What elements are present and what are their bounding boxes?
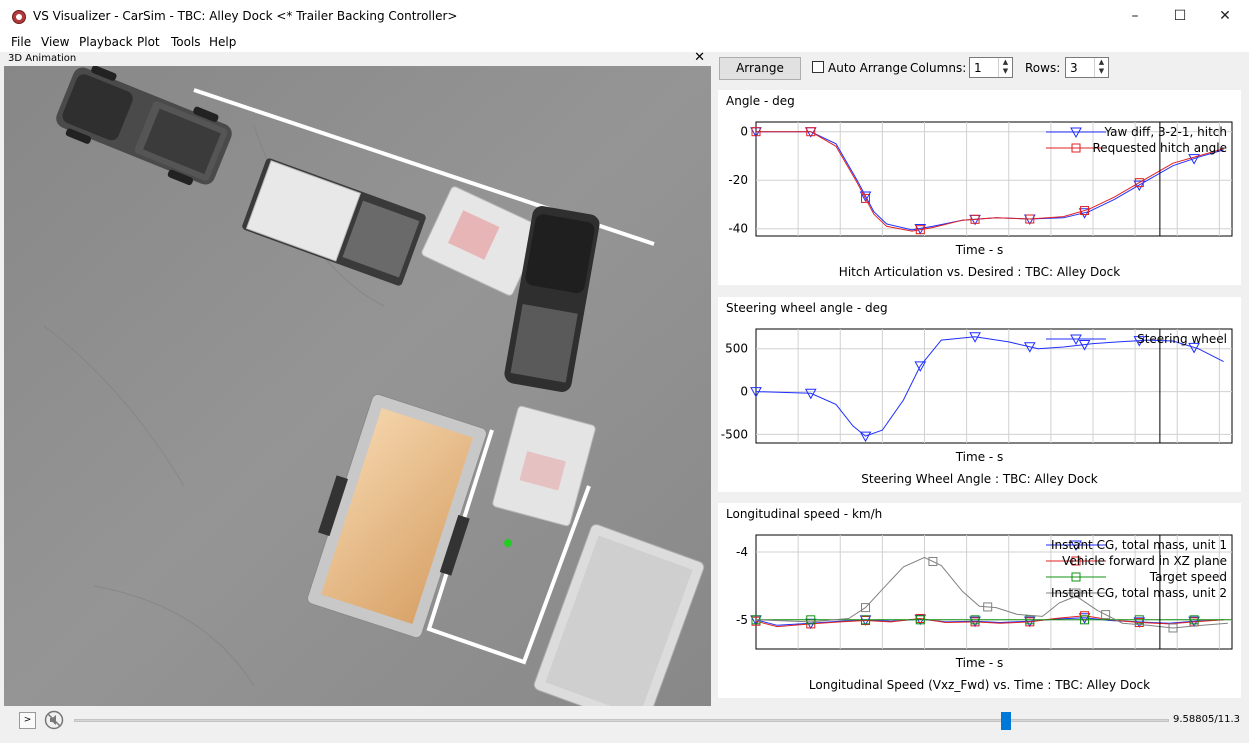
menu-view[interactable]: View <box>41 35 69 49</box>
arrange-button[interactable]: Arrange <box>719 57 801 80</box>
legend-label: Target speed <box>1149 570 1227 584</box>
mute-icon[interactable] <box>44 710 64 730</box>
timeline-thumb[interactable] <box>1000 712 1011 730</box>
plot-xlabel: Time - s <box>955 243 1004 257</box>
window-title: VS Visualizer - CarSim - TBC: Alley Dock… <box>33 9 458 23</box>
plot-longitudinal-speed[interactable]: Longitudinal speed - km/h -4 -5 Instant CG… <box>718 503 1241 698</box>
menu-bar: File View Playback Plot Tools Help <box>0 33 1249 52</box>
auto-arrange-checkbox[interactable] <box>812 61 824 73</box>
plot-hitch-angle[interactable]: Angle - deg 0 -20 -40 Yaw diff, 3-2-1, hitc… <box>718 90 1241 285</box>
app-icon <box>12 10 26 24</box>
plot-title: Steering Wheel Angle : TBC: Alley Dock <box>861 472 1098 486</box>
plot-area <box>755 121 1233 237</box>
plot-area <box>755 328 1233 444</box>
y-tick-label: 0 <box>740 385 748 399</box>
plot-title: Longitudinal Speed (Vxz_Fwd) vs. Time : … <box>808 678 1151 692</box>
animation-header: 3D Animation ✕ <box>4 50 711 66</box>
animation-viewport[interactable] <box>4 66 711 706</box>
animation-scene <box>4 66 711 706</box>
y-tick-label: 0 <box>740 125 748 139</box>
legend-label: Instant CG, total mass, unit 2 <box>1051 586 1227 600</box>
columns-value: 1 <box>974 61 982 75</box>
spin-up-icon[interactable]: ▲ <box>1095 58 1108 67</box>
auto-arrange-label: Auto Arrange <box>828 61 908 75</box>
plots-panel: Arrange Auto Arrange Columns: 1 ▲ ▼ Rows:… <box>714 52 1245 704</box>
time-readout: 9.58805/11.3 <box>1173 714 1240 725</box>
spin-down-icon[interactable]: ▼ <box>999 67 1012 76</box>
columns-spinner[interactable]: 1 ▲ ▼ <box>969 57 1013 78</box>
y-tick-label: -20 <box>728 173 748 187</box>
rows-spinner[interactable]: 3 ▲ ▼ <box>1065 57 1109 78</box>
y-tick-label: -4 <box>736 545 748 559</box>
menu-tools[interactable]: Tools <box>171 35 201 49</box>
y-tick-label: 500 <box>725 342 748 356</box>
title-bar: VS Visualizer - CarSim - TBC: Alley Dock… <box>0 0 1249 34</box>
minimize-button[interactable]: – <box>1112 0 1158 33</box>
plot-xlabel: Time - s <box>955 656 1004 670</box>
play-button[interactable]: > <box>19 712 36 729</box>
menu-help[interactable]: Help <box>209 35 236 49</box>
animation-close-icon[interactable]: ✕ <box>694 50 705 65</box>
spin-down-icon[interactable]: ▼ <box>1095 67 1108 76</box>
menu-plot[interactable]: Plot <box>137 35 160 49</box>
legend-label: Instant CG, total mass, unit 1 <box>1051 538 1227 552</box>
menu-playback[interactable]: Playback <box>79 35 133 49</box>
plot-steering-angle[interactable]: Steering wheel angle - deg 500 0 -500 Steer… <box>718 297 1241 492</box>
rows-value: 3 <box>1070 61 1078 75</box>
legend-label: Yaw diff, 3-2-1, hitch <box>1103 125 1227 139</box>
plot-title: Hitch Articulation vs. Desired : TBC: Al… <box>838 265 1121 279</box>
legend-label: Requested hitch angle <box>1092 141 1227 155</box>
y-tick-label: -40 <box>728 222 748 236</box>
rows-label: Rows: <box>1025 61 1061 75</box>
close-button[interactable]: ✕ <box>1202 0 1248 33</box>
y-tick-label: -5 <box>736 613 748 627</box>
y-tick-label: -500 <box>721 427 748 441</box>
playback-bar: > 9.58805/11.3 <box>0 706 1249 743</box>
spin-up-icon[interactable]: ▲ <box>999 58 1012 67</box>
columns-label: Columns: <box>910 61 967 75</box>
marker-dot <box>504 539 512 547</box>
legend-label: Vehicle forward in XZ plane <box>1062 554 1227 568</box>
legend-label: Steering wheel <box>1137 332 1227 346</box>
animation-title: 3D Animation <box>8 53 77 64</box>
menu-file[interactable]: File <box>11 35 31 49</box>
plot-xlabel: Time - s <box>955 450 1004 464</box>
maximize-button[interactable]: ☐ <box>1157 0 1203 33</box>
